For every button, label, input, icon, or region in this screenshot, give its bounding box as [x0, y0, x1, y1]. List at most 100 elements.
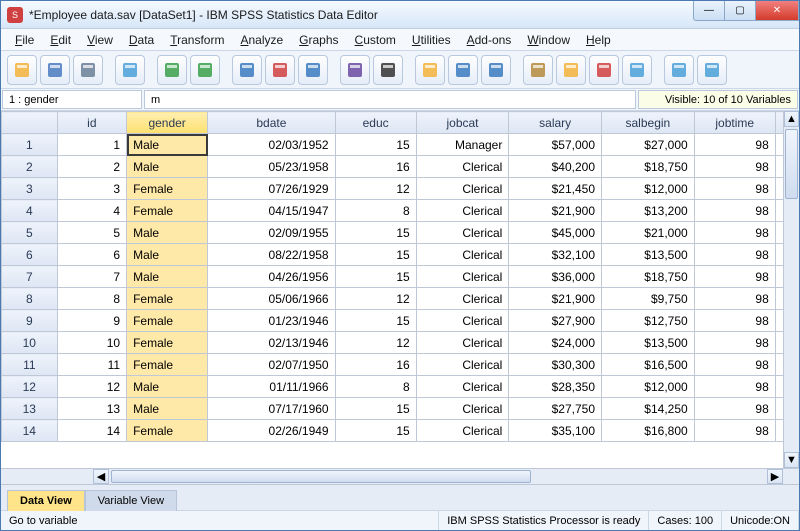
cell-jobtime[interactable]: 98 — [694, 354, 775, 376]
cell-educ[interactable]: 12 — [335, 288, 416, 310]
cell-salary[interactable]: $45,000 — [509, 222, 602, 244]
cell-id[interactable]: 1 — [57, 134, 127, 156]
insert-var-button[interactable] — [448, 55, 478, 85]
row-header[interactable]: 4 — [2, 200, 58, 222]
cell-jobtime[interactable]: 98 — [694, 420, 775, 442]
cell-gender[interactable]: Male — [127, 376, 208, 398]
row-header[interactable]: 2 — [2, 156, 58, 178]
cell-educ[interactable]: 15 — [335, 134, 416, 156]
cell-bdate[interactable]: 02/03/1952 — [208, 134, 335, 156]
cell-salbegin[interactable]: $16,500 — [602, 354, 695, 376]
row-header[interactable]: 5 — [2, 222, 58, 244]
vertical-scroll-thumb[interactable] — [785, 129, 798, 199]
cell-gender[interactable]: Male — [127, 222, 208, 244]
cell-salary[interactable]: $28,350 — [509, 376, 602, 398]
cell-jobcat[interactable]: Manager — [416, 134, 509, 156]
row-header[interactable]: 8 — [2, 288, 58, 310]
scroll-right-arrow-icon[interactable]: ▶ — [767, 469, 783, 484]
cell-salary[interactable]: $24,000 — [509, 332, 602, 354]
cell-bdate[interactable]: 02/09/1955 — [208, 222, 335, 244]
cell-jobcat[interactable]: Clerical — [416, 200, 509, 222]
table-row[interactable]: 33Female07/26/192912Clerical$21,450$12,0… — [2, 178, 799, 200]
cell-salbegin[interactable]: $13,500 — [602, 244, 695, 266]
cell-bdate[interactable]: 07/17/1960 — [208, 398, 335, 420]
row-header[interactable]: 10 — [2, 332, 58, 354]
title-bar[interactable]: S *Employee data.sav [DataSet1] - IBM SP… — [1, 1, 799, 29]
cell-educ[interactable]: 15 — [335, 398, 416, 420]
menu-help[interactable]: Help — [580, 31, 617, 49]
goto-case-button[interactable] — [232, 55, 262, 85]
cell-educ[interactable]: 8 — [335, 376, 416, 398]
scroll-left-arrow-icon[interactable]: ◀ — [93, 469, 109, 484]
cell-salary[interactable]: $21,900 — [509, 200, 602, 222]
cell-id[interactable]: 10 — [57, 332, 127, 354]
tab-variable-view[interactable]: Variable View — [85, 490, 177, 511]
cell-id[interactable]: 5 — [57, 222, 127, 244]
cell-salary[interactable]: $57,000 — [509, 134, 602, 156]
cell-id[interactable]: 3 — [57, 178, 127, 200]
cell-bdate[interactable]: 04/26/1956 — [208, 266, 335, 288]
cell-salary[interactable]: $27,750 — [509, 398, 602, 420]
cell-bdate[interactable]: 07/26/1929 — [208, 178, 335, 200]
cell-jobtime[interactable]: 98 — [694, 178, 775, 200]
cell-jobtime[interactable]: 98 — [694, 156, 775, 178]
cell-salary[interactable]: $36,000 — [509, 266, 602, 288]
cell-salbegin[interactable]: $18,750 — [602, 266, 695, 288]
cell-jobcat[interactable]: Clerical — [416, 266, 509, 288]
table-row[interactable]: 1212Male01/11/19668Clerical$28,350$12,00… — [2, 376, 799, 398]
cell-jobcat[interactable]: Clerical — [416, 310, 509, 332]
cell-educ[interactable]: 15 — [335, 310, 416, 332]
scroll-up-arrow-icon[interactable]: ▲ — [784, 111, 799, 127]
cell-jobtime[interactable]: 98 — [694, 332, 775, 354]
find-button[interactable] — [373, 55, 403, 85]
row-header[interactable]: 14 — [2, 420, 58, 442]
cell-jobtime[interactable]: 98 — [694, 376, 775, 398]
col-header-salary[interactable]: salary — [509, 112, 602, 134]
table-row[interactable]: 1010Female02/13/194612Clerical$24,000$13… — [2, 332, 799, 354]
tab-data-view[interactable]: Data View — [7, 490, 85, 511]
cell-id[interactable]: 4 — [57, 200, 127, 222]
spellcheck-button[interactable] — [697, 55, 727, 85]
split-button[interactable] — [481, 55, 511, 85]
corner-header[interactable] — [2, 112, 58, 134]
cell-educ[interactable]: 12 — [335, 332, 416, 354]
cell-salary[interactable]: $35,100 — [509, 420, 602, 442]
table-row[interactable]: 77Male04/26/195615Clerical$36,000$18,750… — [2, 266, 799, 288]
cell-jobcat[interactable]: Clerical — [416, 354, 509, 376]
cell-jobtime[interactable]: 98 — [694, 398, 775, 420]
cell-salbegin[interactable]: $9,750 — [602, 288, 695, 310]
cell-gender[interactable]: Female — [127, 332, 208, 354]
col-header-id[interactable]: id — [57, 112, 127, 134]
cell-id[interactable]: 8 — [57, 288, 127, 310]
cell-educ[interactable]: 8 — [335, 200, 416, 222]
weight-button[interactable] — [523, 55, 553, 85]
row-header[interactable]: 12 — [2, 376, 58, 398]
cell-salbegin[interactable]: $14,250 — [602, 398, 695, 420]
cell-gender[interactable]: Female — [127, 200, 208, 222]
cell-salbegin[interactable]: $27,000 — [602, 134, 695, 156]
cell-bdate[interactable]: 04/15/1947 — [208, 200, 335, 222]
row-header[interactable]: 9 — [2, 310, 58, 332]
cell-jobtime[interactable]: 98 — [694, 222, 775, 244]
cell-jobtime[interactable]: 98 — [694, 244, 775, 266]
horizontal-scroll-thumb[interactable] — [111, 470, 531, 483]
table-row[interactable]: 66Male08/22/195815Clerical$32,100$13,500… — [2, 244, 799, 266]
cell-bdate[interactable]: 01/11/1966 — [208, 376, 335, 398]
row-header[interactable]: 1 — [2, 134, 58, 156]
menu-utilities[interactable]: Utilities — [406, 31, 457, 49]
cell-bdate[interactable]: 01/23/1946 — [208, 310, 335, 332]
menu-view[interactable]: View — [81, 31, 119, 49]
cell-jobtime[interactable]: 98 — [694, 288, 775, 310]
cell-salbegin[interactable]: $13,500 — [602, 332, 695, 354]
cell-bdate[interactable]: 02/07/1950 — [208, 354, 335, 376]
cell-salary[interactable]: $30,300 — [509, 354, 602, 376]
cell-gender[interactable]: Female — [127, 310, 208, 332]
menu-edit[interactable]: Edit — [44, 31, 77, 49]
menu-data[interactable]: Data — [123, 31, 160, 49]
open-button[interactable] — [7, 55, 37, 85]
row-header[interactable]: 13 — [2, 398, 58, 420]
menu-window[interactable]: Window — [521, 31, 576, 49]
cell-gender[interactable]: Male — [127, 134, 208, 156]
table-row[interactable]: 99Female01/23/194615Clerical$27,900$12,7… — [2, 310, 799, 332]
run-desc-button[interactable] — [340, 55, 370, 85]
